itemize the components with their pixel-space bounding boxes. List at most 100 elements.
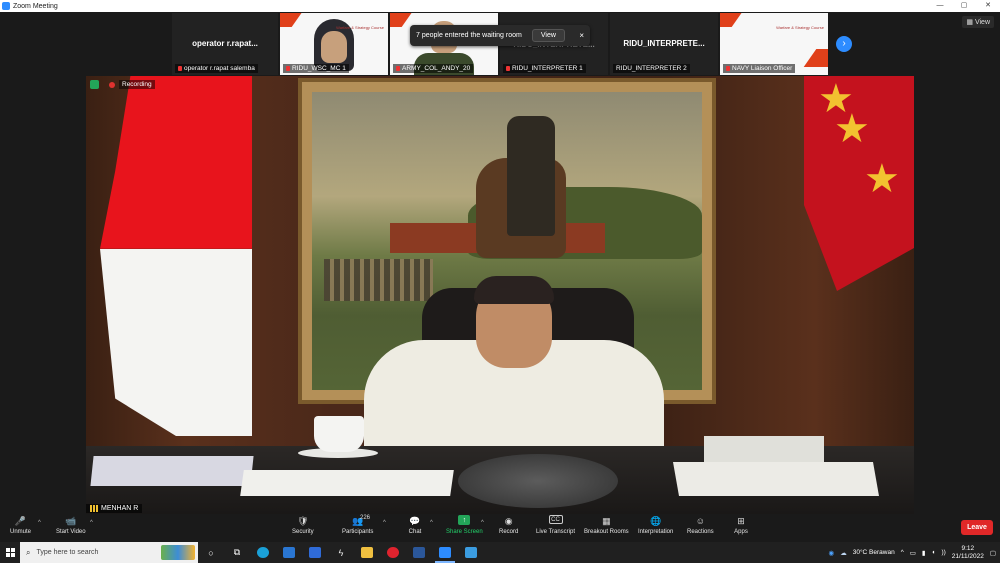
participant-caption: NAVY Liaison Officer (723, 64, 796, 73)
start-button[interactable] (0, 542, 20, 563)
mic-muted-icon (726, 66, 730, 71)
breakout-rooms-icon: ▦ (602, 515, 611, 526)
slide-stripe (803, 49, 828, 67)
zoom-logo-icon (2, 2, 10, 10)
mic-muted-icon (286, 66, 290, 71)
meeting-toolbar: 🎤 Unmute ^ 📹 Start Video ^ 🛡 Security 👥 … (0, 514, 1000, 542)
record-icon: ◉ (504, 515, 513, 526)
participants-caret-icon[interactable]: ^ (383, 520, 386, 526)
participant-caption: operator r.rapat salemba (175, 64, 258, 73)
participant-tile[interactable]: RIDU_INTERPRETE... RIDU_INTERPRETER 2 (610, 13, 718, 75)
cortana-icon[interactable]: ○ (198, 542, 224, 563)
star-icon: ★ (864, 157, 900, 201)
mail-icon[interactable] (276, 542, 302, 563)
clock-date: 21/11/2022 (951, 552, 984, 560)
participant-tile[interactable]: Warfare & Strategy Course RIDU_WSC_MC 1 (280, 13, 388, 75)
slide-stripe (720, 13, 745, 27)
task-view-icon[interactable]: ⧉ (224, 542, 250, 563)
chat-caret-icon[interactable]: ^ (430, 520, 433, 526)
unmute-button[interactable]: 🎤 Unmute (10, 515, 31, 536)
chat-icon: 💬 (409, 515, 421, 526)
share-caret-icon[interactable]: ^ (481, 520, 484, 526)
notifications-icon[interactable]: ▢ (990, 549, 996, 557)
meeting-status: Recording (90, 80, 155, 89)
microphone-muted-icon: 🎤 (14, 515, 27, 526)
notification-message: 7 people entered the waiting room (416, 32, 522, 39)
view-button[interactable]: ▦ View (962, 16, 994, 28)
desk-folder (90, 456, 254, 486)
clock-time: 9:12 (961, 544, 975, 552)
windows-logo-icon (5, 548, 15, 557)
painting-rider (507, 115, 555, 236)
audio-options-caret-icon[interactable]: ^ (38, 520, 41, 526)
weather-text[interactable]: 30°C Berawan (853, 549, 895, 556)
mic-muted-icon (396, 66, 400, 71)
participant-caption: RIDU_INTERPRETER 1 (503, 64, 586, 73)
close-notification-icon[interactable]: × (579, 31, 584, 40)
start-video-button[interactable]: 📹 Start Video (56, 515, 86, 536)
participant-face (321, 31, 347, 63)
minimize-button[interactable]: — (928, 0, 952, 12)
window-controls: — ▢ ✕ (928, 0, 1000, 12)
reactions-button[interactable]: ☺ Reactions (687, 515, 714, 535)
speaker-person (364, 276, 664, 470)
chat-button[interactable]: 💬 Chat (408, 515, 422, 536)
mic-muted-icon (178, 66, 182, 71)
participant-tile[interactable]: Warfare & Strategy Course NAVY Liaison O… (720, 13, 828, 75)
encryption-shield-icon[interactable] (90, 80, 99, 89)
live-transcript-button[interactable]: CC Live Transcript (536, 515, 575, 535)
shield-icon: 🛡 (297, 515, 309, 526)
app-icon[interactable]: ϟ (328, 542, 354, 563)
smiley-icon: ☺ (695, 516, 705, 526)
apps-button[interactable]: ⊞ Apps (734, 515, 748, 536)
breakout-rooms-button[interactable]: ▦ Breakout Rooms (584, 515, 629, 536)
video-options-caret-icon[interactable]: ^ (90, 520, 93, 526)
clock[interactable]: 9:12 21/11/2022 (952, 545, 984, 561)
coffee-cup (314, 416, 364, 452)
zoom-taskbar-icon[interactable] (432, 542, 458, 563)
main-speaker-video[interactable]: ★ ★ ★ Recording (86, 76, 914, 514)
search-icon: ⌕ (26, 547, 31, 557)
share-screen-icon: ↑ (458, 515, 471, 525)
battery-icon[interactable]: ▮ (922, 549, 926, 557)
volume-icon[interactable]: )) (941, 549, 945, 556)
taskbar-search[interactable]: ⌕ Type here to search (20, 542, 198, 563)
word-icon[interactable] (406, 542, 432, 563)
participant-caption: RIDU_INTERPRETER 2 (613, 64, 690, 73)
opera-icon[interactable] (380, 542, 406, 563)
network-icon[interactable]: ▭ (910, 549, 916, 557)
participants-button[interactable]: 👥 226 Participants (342, 515, 373, 535)
next-page-button[interactable]: › (836, 36, 852, 52)
record-button[interactable]: ◉ Record (499, 515, 518, 536)
slide-text: Warfare & Strategy Course (336, 25, 384, 30)
speaker-caption: MENHAN R (86, 504, 143, 513)
file-explorer-icon[interactable] (354, 542, 380, 563)
app-window-icon[interactable] (458, 542, 484, 563)
security-button[interactable]: 🛡 Security (292, 515, 314, 536)
weather-cloud-icon: ☁ (840, 549, 847, 557)
notification-view-button[interactable]: View (531, 29, 565, 42)
participant-tile[interactable]: operator r.rapat... operator r.rapat sal… (172, 13, 278, 75)
video-off-icon: 📹 (65, 515, 77, 526)
participant-caption: ARMY_COL_ANDY_20 (393, 64, 474, 73)
edge-icon[interactable] (250, 542, 276, 563)
star-icon: ★ (834, 107, 870, 151)
maximize-button[interactable]: ▢ (952, 0, 976, 12)
interpretation-button[interactable]: 🌐 Interpretation (638, 515, 673, 536)
desk-papers (704, 436, 824, 462)
show-hidden-icons-icon[interactable]: ^ (901, 549, 904, 556)
search-placeholder: Type here to search (36, 549, 99, 556)
close-window-button[interactable]: ✕ (976, 0, 1000, 12)
participant-caption: RIDU_WSC_MC 1 (283, 64, 349, 73)
speaker-icon[interactable]: ◖ (932, 549, 936, 556)
participant-display-name: RIDU_INTERPRETE... (623, 39, 705, 48)
share-screen-button[interactable]: ↑ Share Screen (446, 515, 483, 535)
participant-display-name: operator r.rapat... (192, 39, 258, 48)
leave-button[interactable]: Leave (961, 520, 993, 535)
recording-label: Recording (119, 80, 155, 89)
windows-taskbar: ⌕ Type here to search ○ ⧉ ϟ ◉ ☁ 30°C Ber… (0, 542, 1000, 563)
desk-document (240, 470, 454, 496)
conference-speakerphone (458, 454, 618, 508)
dropbox-icon[interactable] (302, 542, 328, 563)
help-icon[interactable]: ◉ (829, 549, 835, 557)
